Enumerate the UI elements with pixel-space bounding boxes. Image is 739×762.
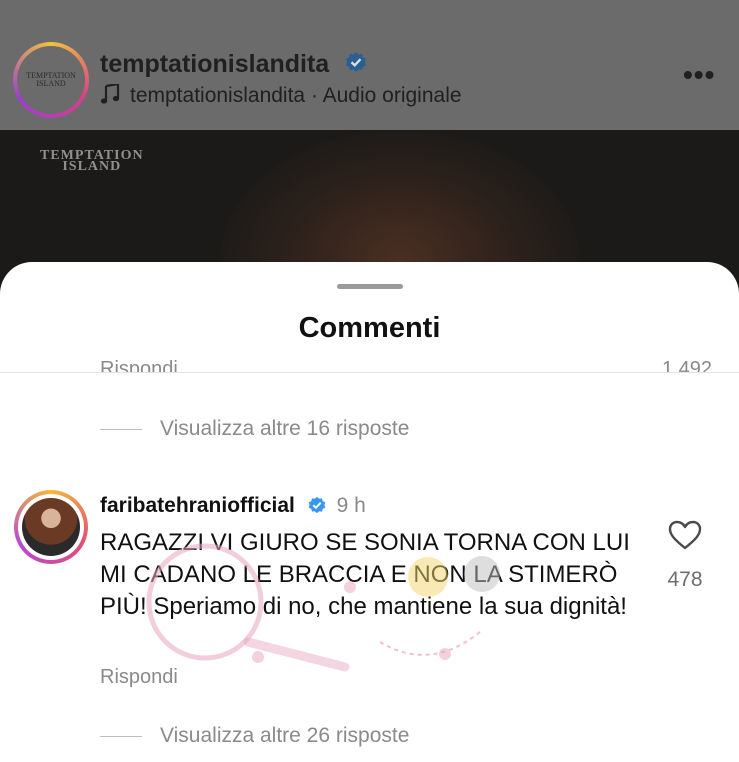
sheet-title: Commenti bbox=[298, 312, 441, 344]
view-more-replies-button[interactable]: Visualizza altre 26 risposte bbox=[100, 724, 409, 748]
comment-header: faribatehraniofficial 9 h bbox=[100, 494, 366, 521]
commenter-photo bbox=[22, 498, 80, 556]
replies-line bbox=[100, 735, 142, 737]
avatar-gap bbox=[18, 494, 84, 560]
verified-badge-icon bbox=[307, 495, 327, 521]
scroll-mask bbox=[0, 373, 739, 381]
view-more-replies-button[interactable]: Visualizza altre 16 risposte bbox=[100, 417, 409, 441]
commenter-avatar[interactable] bbox=[14, 490, 88, 564]
more-options-icon[interactable]: ••• bbox=[683, 61, 715, 89]
comment-text: RAGAZZI VI GIURO SE SONIA TORNA CON LUI … bbox=[100, 529, 630, 620]
comment-time: 9 h bbox=[336, 494, 366, 517]
heart-icon[interactable] bbox=[668, 520, 702, 555]
verified-badge-icon bbox=[344, 50, 368, 81]
post-header: TEMPTATION ISLAND temptationislandita te… bbox=[0, 0, 739, 130]
account-name-text: temptationislandita bbox=[100, 50, 330, 79]
comments-sheet: Commenti Rispondi 1.492 Visualizza altre… bbox=[0, 262, 739, 762]
like-count: 478 bbox=[667, 568, 703, 591]
view-replies-label: Visualizza altre 26 risposte bbox=[160, 724, 410, 747]
reply-button[interactable]: Rispondi bbox=[100, 666, 178, 689]
replies-line bbox=[100, 428, 142, 430]
audio-link[interactable]: temptationislandita · Audio originale bbox=[100, 82, 462, 110]
audio-text: temptationislandita · Audio originale bbox=[130, 84, 462, 107]
avatar-logo: TEMPTATION ISLAND bbox=[17, 46, 85, 114]
view-replies-label: Visualizza altre 16 risposte bbox=[160, 417, 410, 440]
video-logo: TEMPTATION ISLAND bbox=[40, 149, 144, 174]
music-note-icon bbox=[100, 82, 120, 110]
sheet-divider bbox=[0, 372, 739, 373]
commenter-username[interactable]: faribatehraniofficial bbox=[100, 494, 295, 517]
account-avatar[interactable]: TEMPTATION ISLAND bbox=[13, 42, 89, 118]
drag-handle[interactable] bbox=[337, 284, 403, 289]
account-name[interactable]: temptationislandita bbox=[100, 50, 368, 81]
